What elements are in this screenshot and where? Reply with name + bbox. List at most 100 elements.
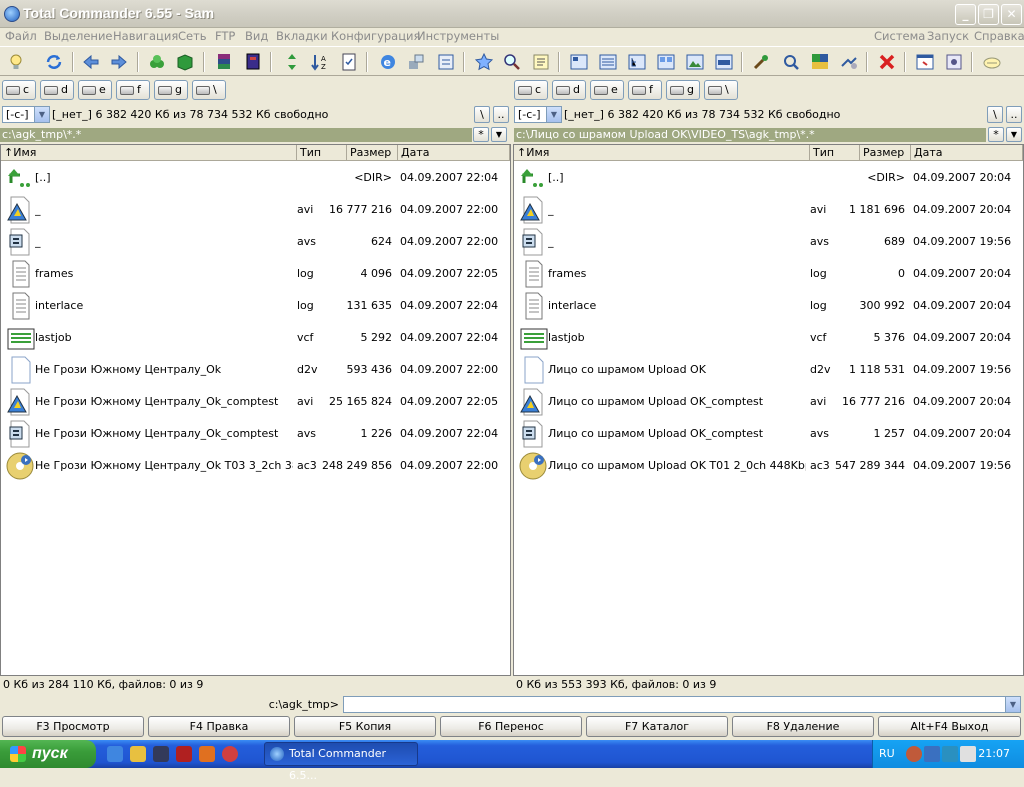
view-full-icon[interactable] (597, 51, 619, 73)
file-row[interactable]: _ avs 689 04.09.2007 19:56 (514, 225, 1023, 257)
left-drive-c-button[interactable]: c (2, 80, 36, 100)
back-icon[interactable] (80, 51, 102, 73)
f3-view-button[interactable]: F3 Просмотр (2, 716, 144, 737)
connect-icon[interactable] (405, 51, 427, 73)
multi-rename-icon[interactable] (809, 51, 831, 73)
left-drive-g-button[interactable]: g (154, 80, 188, 100)
title-bar[interactable]: Total Commander 6.55 - Sam _ ❐ ✕ (0, 0, 1024, 28)
file-row[interactable]: interlace log 131 635 04.09.2007 22:04 (1, 289, 510, 321)
clock[interactable]: 21:07 (978, 747, 1010, 760)
view-tree-icon[interactable] (626, 51, 648, 73)
file-row[interactable]: frames log 4 096 04.09.2007 22:05 (1, 257, 510, 289)
media-quicklaunch-icon[interactable] (222, 746, 238, 762)
sync-icon[interactable] (838, 51, 860, 73)
menu-config[interactable]: Конфигурация (331, 29, 420, 43)
column-name[interactable]: ↑Имя (514, 145, 810, 161)
file-row[interactable]: frames log 0 04.09.2007 20:04 (514, 257, 1023, 289)
file-row[interactable]: Лицо со шрамом Upload OK d2v 1 118 531 04.0… (514, 353, 1023, 385)
find-icon[interactable] (780, 51, 802, 73)
view-thumbs-icon[interactable] (655, 51, 677, 73)
file-row[interactable]: [..] <DIR> 04.09.2007 20:04 (514, 161, 1023, 193)
right-drive-c-button[interactable]: c (514, 80, 548, 100)
delete-icon[interactable] (876, 51, 898, 73)
command-line-input[interactable]: ▼ (343, 696, 1021, 713)
language-indicator[interactable]: RU (879, 747, 895, 760)
right-drive-g-button[interactable]: g (666, 80, 700, 100)
right-drive-combo[interactable]: [-c-] ▼ (514, 106, 562, 123)
folder-quicklaunch-icon[interactable] (130, 746, 146, 762)
menu-launch[interactable]: Запуск (927, 29, 969, 43)
left-drive-d-button[interactable]: d (40, 80, 74, 100)
menu-ftp[interactable]: FTP (215, 29, 235, 43)
column-size[interactable]: Размер (347, 145, 398, 161)
file-row[interactable]: _ avs 624 04.09.2007 22:00 (1, 225, 510, 257)
f6-move-button[interactable]: F6 Перенос (440, 716, 582, 737)
right-filter-button[interactable]: * (988, 127, 1004, 142)
unpack-icon[interactable] (174, 51, 196, 73)
file-row[interactable]: [..] <DIR> 04.09.2007 22:04 (1, 161, 510, 193)
search-icon[interactable] (501, 51, 523, 73)
home-quicklaunch-icon[interactable] (199, 746, 215, 762)
minimize-button[interactable]: _ (955, 4, 976, 25)
pack-icon[interactable] (146, 51, 168, 73)
right-drive-e-button[interactable]: e (590, 80, 624, 100)
menu-system[interactable]: Система (874, 29, 925, 43)
left-drive-f-button[interactable]: f (116, 80, 150, 100)
left-up-button[interactable]: .. (493, 106, 509, 123)
file-row[interactable]: Лицо со шрамом Upload OK_comptest avi 16 7… (514, 385, 1023, 417)
menu-help[interactable]: Справка (974, 29, 1024, 43)
network-tray-icon[interactable] (924, 746, 940, 762)
left-file-panel[interactable]: ↑Имя Тип Размер Дата [..] <DIR> 04.09.2007… (0, 144, 511, 676)
f8-delete-button[interactable]: F8 Удаление (732, 716, 874, 737)
sort-icon[interactable] (281, 51, 303, 73)
file-row[interactable]: Не Грози Южному Централу_Ok d2v 593 436 04.… (1, 353, 510, 385)
refresh-icon[interactable] (43, 51, 65, 73)
favorites-icon[interactable] (473, 51, 495, 73)
notepad-icon[interactable] (530, 51, 552, 73)
left-path-bar[interactable]: c:\agk_tmp\*.* (0, 128, 472, 142)
f4-edit-button[interactable]: F4 Правка (148, 716, 290, 737)
right-drive-d-button[interactable]: d (552, 80, 586, 100)
left-drive-combo[interactable]: [-c-] ▼ (2, 106, 50, 123)
right-up-button[interactable]: .. (1006, 106, 1022, 123)
right-file-panel[interactable]: ↑Имя Тип Размер Дата [..] <DIR> 04.09.2007… (513, 144, 1024, 676)
monitor-tray-icon[interactable] (942, 746, 958, 762)
maximize-button[interactable]: ❐ (978, 4, 999, 25)
close-button[interactable]: ✕ (1001, 4, 1022, 25)
menu-file[interactable]: Файл (5, 29, 37, 43)
app-icon[interactable] (4, 6, 20, 22)
file-row[interactable]: Не Грози Южному Централу_Ok_comptest avi 2… (1, 385, 510, 417)
save-quicklaunch-icon[interactable] (153, 746, 169, 762)
alt-f4-exit-button[interactable]: Alt+F4 Выход (878, 716, 1021, 737)
file-row[interactable]: _ avi 16 777 216 04.09.2007 22:00 (1, 193, 510, 225)
right-drive-f-button[interactable]: f (628, 80, 662, 100)
column-size[interactable]: Размер (860, 145, 911, 161)
column-date[interactable]: Дата (398, 145, 510, 161)
menu-view[interactable]: Вид (245, 29, 268, 43)
menu-navigation[interactable]: Навигация (113, 29, 178, 43)
sort-az-icon[interactable]: AZ (309, 51, 331, 73)
f7-mkdir-button[interactable]: F7 Каталог (586, 716, 728, 737)
file-row[interactable]: _ avi 1 181 696 04.09.2007 20:04 (514, 193, 1023, 225)
taskbar-item-total-commander[interactable]: Total Commander 6.5... (264, 742, 418, 782)
forward-icon[interactable] (108, 51, 130, 73)
left-history-button[interactable]: ▼ (491, 127, 507, 142)
menu-tools[interactable]: Инструменты (417, 29, 499, 43)
right-path-bar[interactable]: c:\Лицо со шрамом Upload OK\VIDEO_TS\agk… (514, 128, 986, 142)
column-type[interactable]: Тип (810, 145, 860, 161)
file-row[interactable]: lastjob vcf 5 292 04.09.2007 22:04 (1, 321, 510, 353)
config-icon[interactable] (943, 51, 965, 73)
file-row[interactable]: Не Грози Южному Централу_Ok T03 3_2ch 38… (1, 449, 510, 481)
console-icon[interactable] (914, 51, 936, 73)
volume-tray-icon[interactable] (960, 746, 976, 762)
menu-network[interactable]: Сеть (178, 29, 207, 43)
tray-expand-icon[interactable] (906, 746, 922, 762)
column-type[interactable]: Тип (297, 145, 347, 161)
right-network-drive-button[interactable]: \ (704, 80, 738, 100)
lightbulb-icon[interactable] (5, 51, 27, 73)
ftp-icon[interactable] (981, 51, 1003, 73)
right-root-button[interactable]: \ (987, 106, 1003, 123)
file-row[interactable]: interlace log 300 992 04.09.2007 20:04 (514, 289, 1023, 321)
internet-explorer-icon[interactable]: e (377, 51, 399, 73)
left-drive-e-button[interactable]: e (78, 80, 112, 100)
